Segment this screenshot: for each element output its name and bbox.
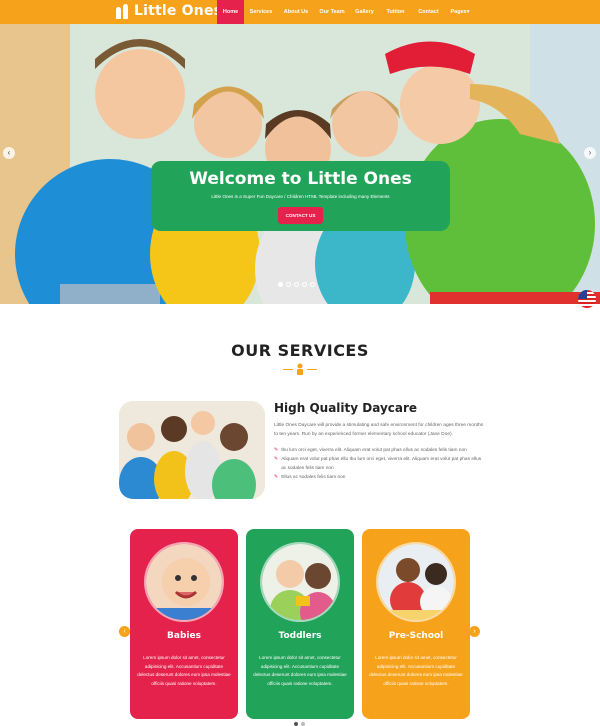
nav-pages-dropdown[interactable]: Pages▾ xyxy=(445,0,475,24)
list-item: ✎ Aliquam erat volut pat phas ellu Ibu lu… xyxy=(274,456,482,471)
feature-title: High Quality Daycare xyxy=(274,401,418,415)
pencil-icon: ✎ xyxy=(274,474,279,480)
nav-gallery[interactable]: Gallery xyxy=(350,0,379,24)
nav-our-team[interactable]: Our Team xyxy=(314,0,350,24)
slide-dot[interactable] xyxy=(302,282,307,287)
card-text: Lorem ipsum dolor sit amet, consectetur … xyxy=(137,655,231,686)
list-item: ✎ Ibu lum orci eget, viverra elit. Aliqua… xyxy=(274,447,467,453)
slide-dot[interactable] xyxy=(286,282,291,287)
cards-pagination xyxy=(294,722,305,726)
chevron-left-icon: ‹ xyxy=(123,628,126,635)
feature-bullets: ✎ Ibu lum orci eget, viverra elit. Aliqua… xyxy=(274,446,484,482)
nav-home[interactable]: Home xyxy=(217,0,244,24)
babies-photo xyxy=(144,542,224,622)
list-item: ✎ Ellus ac sodales felis tiam non xyxy=(274,474,346,480)
brand-name: Little Ones xyxy=(134,3,223,19)
services-heading: OUR SERVICES xyxy=(231,341,369,360)
contact-us-button[interactable]: CONTACT US xyxy=(277,207,324,224)
nav-tuition[interactable]: Tuition xyxy=(379,0,412,24)
hero-subtitle: Little Ones is a Super Fun Daycare / Chi… xyxy=(211,194,390,199)
slide-dot[interactable] xyxy=(278,282,283,287)
hero-next-arrow[interactable]: › xyxy=(584,147,596,159)
feature-description: Little Ones Daycare will provide a stimu… xyxy=(274,423,484,437)
main-menu: Home Services About Us Our Team Gallery … xyxy=(217,0,475,24)
card-title: Pre-School xyxy=(388,631,444,641)
service-card-pre-school[interactable]: Pre-School Lorem ipsum dolor sit amet, c… xyxy=(362,529,470,719)
page-dot[interactable] xyxy=(294,722,298,726)
kids-divider-icon xyxy=(297,363,303,375)
pre-school-photo xyxy=(376,542,456,622)
pencil-icon: ✎ xyxy=(274,447,279,453)
slide-dot[interactable] xyxy=(294,282,299,287)
nav-about-us[interactable]: About Us xyxy=(278,0,314,24)
service-card-babies[interactable]: Babies Lorem ipsum dolor sit amet, conse… xyxy=(130,529,238,719)
nav-contact[interactable]: Contact xyxy=(412,0,445,24)
card-title: Toddlers xyxy=(278,631,322,641)
chevron-left-icon: ‹ xyxy=(7,148,11,157)
us-flag-icon[interactable] xyxy=(578,290,596,308)
hero-title: Welcome to Little Ones xyxy=(189,169,412,189)
slide-dot[interactable] xyxy=(310,282,315,287)
chevron-right-icon: › xyxy=(588,148,592,157)
card-title: Babies xyxy=(167,631,201,641)
page-dot[interactable] xyxy=(301,722,305,726)
cards-prev-arrow[interactable]: ‹ xyxy=(119,626,130,637)
service-card-toddlers[interactable]: Toddlers Lorem ipsum dolor sit amet, con… xyxy=(246,529,354,719)
daycare-photo xyxy=(119,401,265,499)
top-navbar: Little Ones Home Services About Us Our T… xyxy=(0,0,600,24)
toddlers-photo xyxy=(260,542,340,622)
pencil-icon: ✎ xyxy=(274,456,279,462)
card-text: Lorem ipsum dolor sit amet, consectetur … xyxy=(369,655,463,686)
logo-kids-icon xyxy=(116,3,130,19)
card-text: Lorem ipsum dolor sit amet, consectetur … xyxy=(253,655,347,686)
cards-next-arrow[interactable]: › xyxy=(469,626,480,637)
chevron-right-icon: › xyxy=(473,628,476,635)
heading-divider xyxy=(283,362,317,376)
brand-logo[interactable]: Little Ones xyxy=(116,3,222,19)
hero-prev-arrow[interactable]: ‹ xyxy=(3,147,15,159)
nav-services[interactable]: Services xyxy=(244,0,278,24)
hero-banner: Welcome to Little Ones Little Ones is a … xyxy=(151,161,450,231)
hero-slide-indicators xyxy=(278,282,315,287)
